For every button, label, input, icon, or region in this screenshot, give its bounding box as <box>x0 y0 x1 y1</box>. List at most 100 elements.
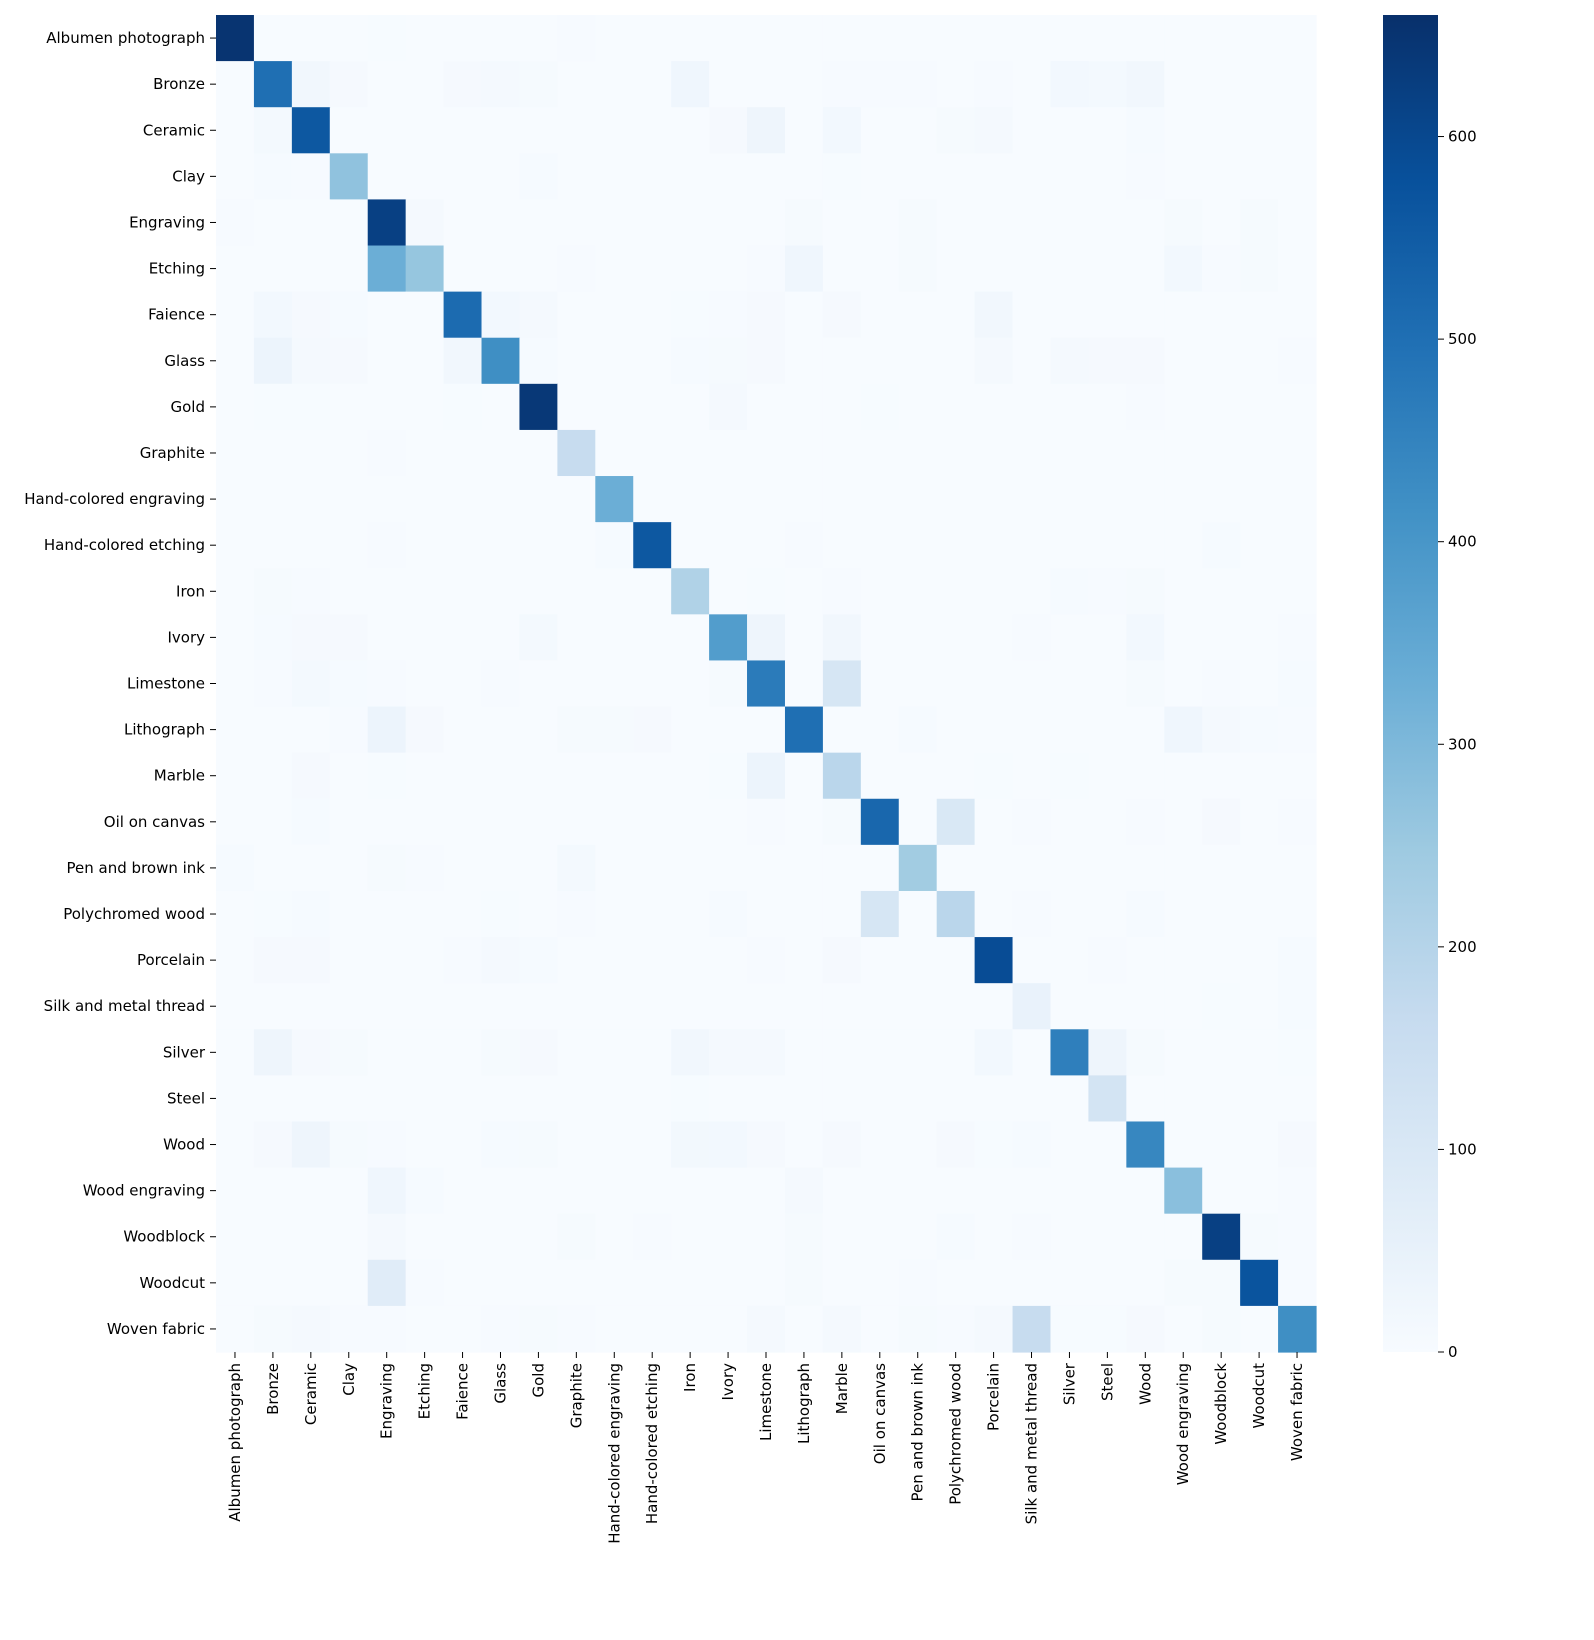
heatmap-cell <box>1202 752 1241 800</box>
heatmap-cell <box>633 107 672 154</box>
heatmap-cell <box>709 1305 748 1353</box>
heatmap-cell <box>481 568 521 615</box>
heatmap-cell <box>329 199 369 247</box>
heatmap-cell <box>1164 1029 1203 1076</box>
heatmap-cell <box>1126 1029 1165 1076</box>
heatmap-cell <box>633 153 672 201</box>
x-axis-tick-labels: Albumen photograph Bronze Ceramic Clay Engra… <box>226 1352 1306 1544</box>
heatmap-cell <box>747 1075 786 1123</box>
heatmap-cell <box>1240 660 1279 708</box>
x-tick-label: Steel <box>1098 1363 1116 1401</box>
heatmap-cell <box>329 844 369 892</box>
heatmap-cell <box>557 798 596 846</box>
heatmap-cell <box>329 1259 369 1307</box>
heatmap-cell <box>974 1029 1014 1076</box>
heatmap-cell <box>595 798 634 846</box>
heatmap-cell <box>595 1213 634 1261</box>
heatmap-cell <box>216 429 255 477</box>
heatmap-cell <box>747 614 786 662</box>
heatmap-cell <box>936 1075 976 1123</box>
heatmap-cell <box>898 568 938 615</box>
heatmap-cell <box>557 752 596 800</box>
heatmap-cell <box>709 937 748 984</box>
heatmap-cell <box>1278 890 1317 938</box>
heatmap-cell <box>784 291 824 339</box>
heatmap-cell <box>936 614 976 662</box>
heatmap-cell <box>367 153 407 201</box>
x-tick-label: Silk and metal thread <box>1023 1363 1041 1524</box>
heatmap-cell <box>1012 199 1052 247</box>
heatmap-cell <box>898 983 938 1030</box>
heatmap-cell <box>405 1213 445 1261</box>
y-tick-label: Silver <box>163 1043 206 1061</box>
heatmap-cell <box>898 752 938 800</box>
heatmap-cell <box>784 1213 824 1261</box>
heatmap-cell <box>784 706 824 754</box>
heatmap-cell <box>519 291 558 339</box>
heatmap-cell <box>1050 937 1090 984</box>
heatmap-cell <box>595 15 634 62</box>
heatmap-cell <box>974 1305 1014 1353</box>
heatmap-cell <box>1164 937 1203 984</box>
heatmap-cell <box>1240 199 1279 247</box>
heatmap-cell <box>1278 291 1317 339</box>
heatmap-cell <box>898 1259 938 1307</box>
heatmap-cell <box>1240 798 1279 846</box>
heatmap-cell <box>633 660 672 708</box>
heatmap-cell <box>1278 153 1317 201</box>
heatmap-cell <box>481 522 521 569</box>
colorbar-tick-label: 200 <box>1448 938 1477 956</box>
heatmap-cell <box>1088 614 1127 662</box>
heatmap-cell <box>595 1075 634 1123</box>
heatmap-cell <box>216 937 255 984</box>
heatmap-cell <box>1202 844 1241 892</box>
heatmap-cell <box>557 61 596 108</box>
heatmap-cell <box>1050 15 1090 62</box>
heatmap-cell <box>1164 476 1203 523</box>
heatmap-cell <box>443 199 483 247</box>
heatmap-cell <box>1240 937 1279 984</box>
heatmap-cell <box>557 1213 596 1261</box>
heatmap-cell <box>253 798 293 846</box>
heatmap-cell <box>557 568 596 615</box>
heatmap-cell <box>443 568 483 615</box>
y-tick-label: Wood <box>163 1136 205 1154</box>
heatmap-cell <box>216 1213 255 1261</box>
heatmap-cell <box>216 476 255 523</box>
heatmap-cell <box>709 1075 748 1123</box>
heatmap-cell <box>405 937 445 984</box>
heatmap-cell <box>1126 337 1165 385</box>
heatmap-cell <box>936 1259 976 1307</box>
heatmap-cell <box>367 383 407 431</box>
heatmap-cell <box>1050 1029 1090 1076</box>
heatmap-cell <box>1126 1167 1165 1215</box>
heatmap-cell <box>671 660 710 708</box>
heatmap-cell <box>1164 107 1203 154</box>
heatmap-cell <box>1050 798 1090 846</box>
heatmap-cell <box>481 1213 521 1261</box>
heatmap-cell <box>557 199 596 247</box>
heatmap-cell <box>481 706 521 754</box>
heatmap-cell <box>519 153 558 201</box>
heatmap-cell <box>1050 291 1090 339</box>
heatmap-cell <box>633 15 672 62</box>
heatmap-cell <box>671 61 710 108</box>
heatmap-cell <box>747 1305 786 1353</box>
heatmap-cell <box>747 61 786 108</box>
heatmap-cell <box>822 1167 862 1215</box>
heatmap-cell <box>405 983 445 1030</box>
heatmap-cell <box>367 291 407 339</box>
y-tick-label: Clay <box>172 167 205 185</box>
heatmap-cell <box>291 429 331 477</box>
heatmap-cell <box>671 245 710 293</box>
heatmap-cell <box>898 15 938 62</box>
heatmap-cell <box>481 1167 521 1215</box>
heatmap-cell <box>822 15 862 62</box>
heatmap-cell <box>329 1167 369 1215</box>
heatmap-cell <box>671 429 710 477</box>
heatmap-cell <box>1126 245 1165 293</box>
heatmap-cell <box>633 1305 672 1353</box>
heatmap-cell <box>291 614 331 662</box>
heatmap-cell <box>709 1167 748 1215</box>
heatmap-cell <box>1012 1259 1052 1307</box>
